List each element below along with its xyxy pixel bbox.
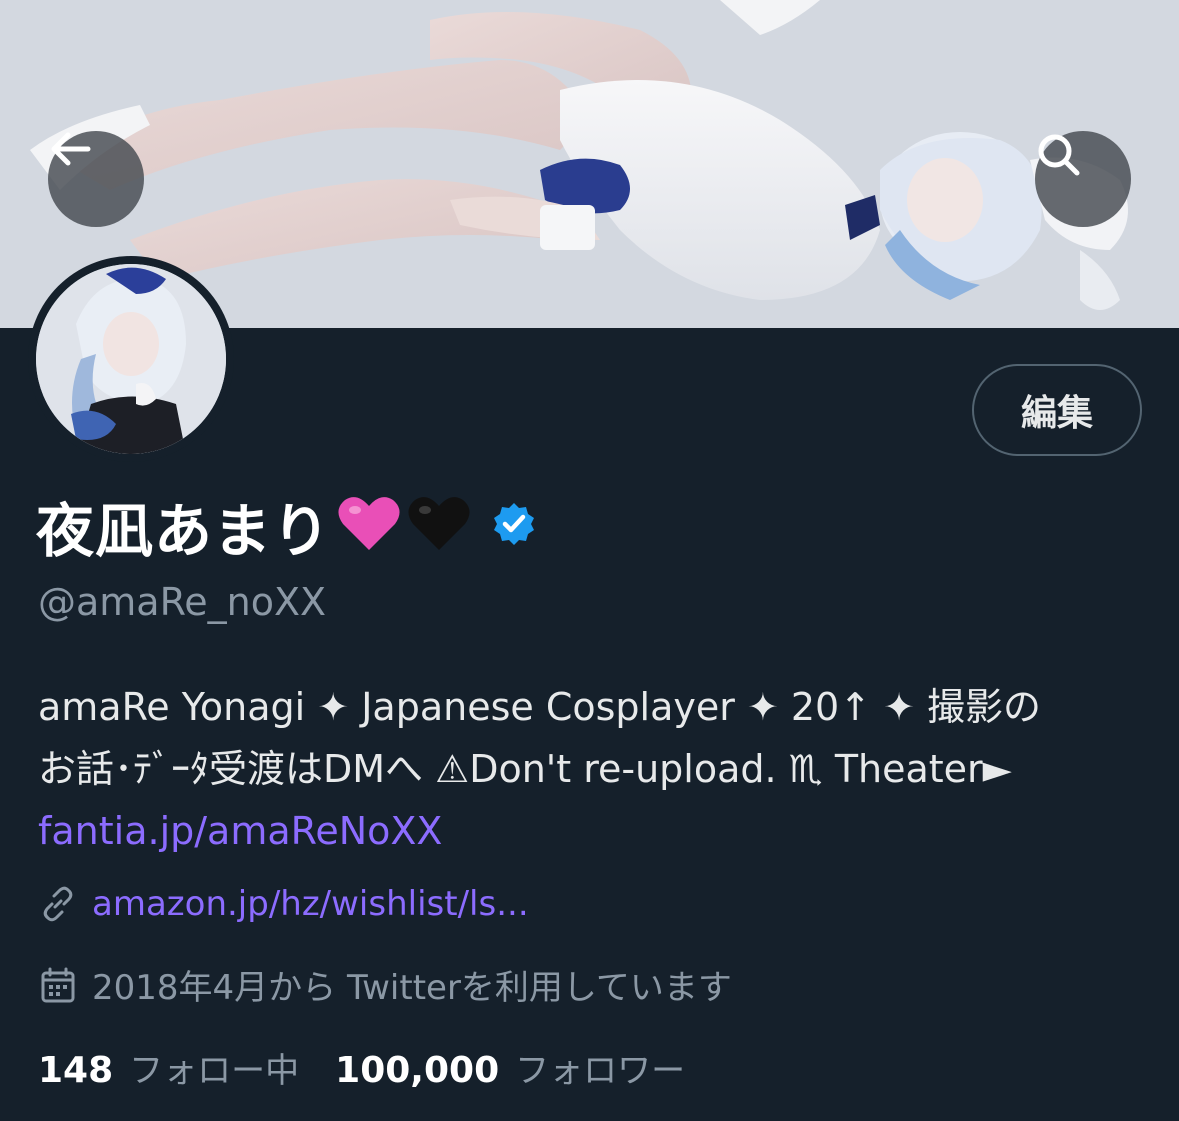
back-button[interactable] <box>48 131 144 227</box>
joined-date-text: 2018年4月から Twitterを利用しています <box>92 968 732 1008</box>
following-count: 148 <box>38 1050 114 1091</box>
link-icon <box>43 886 73 922</box>
profile-bio: amaRe Yonagi ✦ Japanese Cosplayer ✦ 20↑ … <box>38 676 1158 862</box>
followers-count: 100,000 <box>335 1050 500 1091</box>
arrow-left-icon <box>51 132 91 166</box>
search-button[interactable] <box>1035 131 1131 227</box>
bio-line-1: amaRe Yonagi ✦ Japanese Cosplayer ✦ 20↑ … <box>38 685 1042 729</box>
followers-stat[interactable]: 100,000 フォロワー <box>335 1043 685 1092</box>
username-handle: @amaRe_noXX <box>38 580 327 624</box>
display-name: 夜凪あまり <box>36 497 332 565</box>
edit-profile-label: 編集 <box>1020 393 1093 434</box>
bio-link-fantia[interactable]: fantia.jp/amaReNoXX <box>38 800 1158 862</box>
avatar-image <box>36 264 226 454</box>
profile-stats: 148 フォロー中 100,000 フォロワー <box>38 1043 721 1092</box>
calendar-icon <box>41 967 75 1002</box>
followers-label: フォロワー <box>515 1051 686 1091</box>
avatar[interactable] <box>28 256 234 462</box>
edit-profile-button[interactable]: 編集 <box>972 364 1142 456</box>
black-heart-emoji <box>407 494 471 558</box>
verified-badge-icon[interactable] <box>491 501 537 551</box>
bio-line-2: お話･ﾃﾞｰﾀ受渡はDMへ ⚠Don't re-upload. ♏ Theate… <box>38 747 1012 791</box>
following-label: フォロー中 <box>129 1051 300 1091</box>
profile-website-link[interactable]: amazon.jp/hz/wishlist/ls... <box>92 884 529 924</box>
profile-joined-row: 2018年4月から Twitterを利用しています <box>38 960 732 1009</box>
pink-heart-emoji <box>337 494 401 558</box>
search-icon <box>1038 134 1080 176</box>
profile-website-row: amazon.jp/hz/wishlist/ls... <box>38 884 529 924</box>
profile-name-row: 夜凪あまり <box>36 490 537 565</box>
following-stat[interactable]: 148 フォロー中 <box>38 1043 299 1092</box>
